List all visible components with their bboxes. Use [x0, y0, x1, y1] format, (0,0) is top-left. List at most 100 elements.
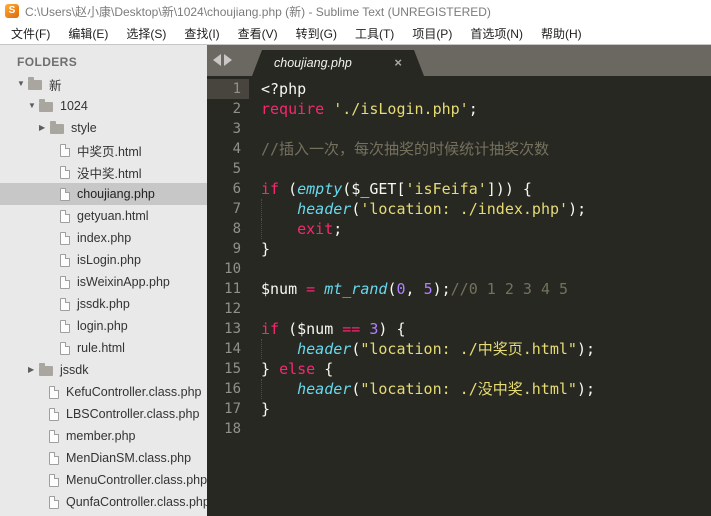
file-icon — [49, 429, 59, 443]
code-line-content — [249, 419, 261, 439]
menu-item[interactable]: 选择(S) — [117, 22, 175, 45]
code-line: 12 — [207, 299, 711, 319]
code-line-content — [249, 159, 261, 179]
line-number: 9 — [232, 241, 241, 257]
side-bar: FOLDERS ▼ 新 ▼ 1024 ▶ style 中奖页.html 没中奖.html cho… — [0, 45, 207, 516]
chevron-right-icon[interactable]: ▶ — [39, 124, 50, 132]
tree-item-file[interactable]: member.php — [0, 425, 207, 447]
code-line-content: exit; — [249, 219, 342, 239]
tab-choujiang-php[interactable]: choujiang.php × — [252, 50, 424, 76]
tree-item-file[interactable]: rule.html — [0, 337, 207, 359]
line-number: 7 — [232, 201, 241, 217]
tree-item-file[interactable]: MenDianSM.class.php — [0, 447, 207, 469]
file-icon — [60, 297, 70, 311]
tab-bar: choujiang.php × — [207, 45, 711, 76]
tree-item-label: MenDianSM.class.php — [66, 451, 192, 465]
file-icon — [60, 341, 70, 355]
tree-item-folder[interactable]: ▶ jssdk — [0, 359, 207, 381]
code-line-content — [249, 259, 261, 279]
tree-item-file[interactable]: MenuController.class.php — [0, 469, 207, 491]
tree-item-label: login.php — [77, 319, 128, 333]
tree-item-label: index.php — [77, 231, 132, 245]
code-line: 5 — [207, 159, 711, 179]
file-tree: ▼ 新 ▼ 1024 ▶ style 中奖页.html 没中奖.html choujiang.p… — [0, 73, 207, 513]
menu-item[interactable]: 编辑(E) — [59, 22, 117, 45]
menu-item[interactable]: 首选项(N) — [461, 22, 532, 45]
folder-icon — [28, 77, 42, 90]
line-number: 2 — [232, 101, 241, 117]
file-icon — [60, 253, 70, 267]
line-number: 11 — [224, 281, 241, 297]
window-title: C:\Users\赵小康\Desktop\新\1024\choujiang.ph… — [25, 4, 491, 19]
file-icon — [60, 143, 70, 157]
file-icon — [60, 231, 70, 245]
menu-bar: 文件(F) 编辑(E) 选择(S) 查找(I) 查看(V) 转到(G) 工具(T) 项目(P)… — [0, 22, 711, 45]
line-number: 4 — [232, 141, 241, 157]
tree-item-file[interactable]: KefuController.class.php — [0, 381, 207, 403]
code-line-content: } else { — [261, 360, 334, 378]
tree-item-label: member.php — [66, 429, 136, 443]
tree-item-file[interactable]: LBSController.class.php — [0, 403, 207, 425]
tab-close-icon[interactable]: × — [394, 54, 402, 71]
tree-item-label: isLogin.php — [77, 253, 141, 267]
tab-nav-arrows — [213, 54, 232, 66]
file-icon — [60, 275, 70, 289]
menu-item[interactable]: 项目(P) — [403, 22, 461, 45]
code-line-content: header("location: ./中奖页.html"); — [249, 339, 595, 359]
tab-scroll-right-icon[interactable] — [224, 54, 232, 66]
tree-item-file[interactable]: QunfaController.class.php — [0, 491, 207, 513]
code-line: 4 //插入一次，每次抽奖的时候统计抽奖次数 — [207, 139, 711, 159]
tree-item-label: 新 — [49, 78, 62, 93]
title-bar: S C:\Users\赵小康\Desktop\新\1024\choujiang.… — [0, 0, 711, 22]
code-line-content: $num = mt_rand(0, 5);//0 1 2 3 4 5 — [261, 280, 569, 298]
menu-item[interactable]: 帮助(H) — [532, 22, 591, 45]
code-line-content: <?php — [261, 80, 307, 98]
code-line-content: } — [261, 240, 271, 258]
line-number: 18 — [224, 421, 241, 437]
tree-item-folder[interactable]: ▼ 1024 — [0, 95, 207, 117]
line-number: 10 — [224, 261, 241, 277]
menu-item[interactable]: 查看(V) — [229, 22, 287, 45]
menu-item[interactable]: 工具(T) — [346, 22, 403, 45]
tree-item-label: 没中奖.html — [77, 166, 142, 181]
tree-item-file[interactable]: getyuan.html — [0, 205, 207, 227]
tree-item-folder[interactable]: ▼ 新 — [0, 73, 207, 95]
code-line-content: require './isLogin.php'; — [261, 100, 478, 118]
code-line: 15} else { — [207, 359, 711, 379]
tree-item-file[interactable]: jssdk.php — [0, 293, 207, 315]
code-line: 13 if ($num == 3) { — [207, 319, 711, 339]
line-number: 3 — [232, 121, 241, 137]
chevron-down-icon[interactable]: ▼ — [28, 102, 39, 110]
tree-item-label: choujiang.php — [77, 187, 155, 201]
code-area[interactable]: 1 <?php 2 require './isLogin.php'; 3 4 //插入一次，… — [207, 76, 711, 516]
menu-item[interactable]: 查找(I) — [175, 22, 228, 45]
tree-item-file[interactable]: index.php — [0, 227, 207, 249]
menu-item[interactable]: 转到(G) — [287, 22, 346, 45]
file-icon — [60, 165, 70, 179]
code-line: 9} — [207, 239, 711, 259]
code-line-content: //插入一次，每次抽奖的时候统计抽奖次数 — [261, 140, 550, 158]
menu-item[interactable]: 文件(F) — [2, 22, 59, 45]
editor-pane: choujiang.php × 1 <?php 2 require './isLogi… — [207, 45, 711, 516]
line-number: 12 — [224, 301, 241, 317]
chevron-down-icon[interactable]: ▼ — [17, 80, 28, 88]
chevron-right-icon[interactable]: ▶ — [28, 366, 39, 374]
code-line-content — [249, 119, 261, 139]
code-line: 14 header("location: ./中奖页.html"); — [207, 339, 711, 359]
tree-item-file[interactable]: 中奖页.html — [0, 139, 207, 161]
line-number: 17 — [224, 401, 241, 417]
tree-item-label: QunfaController.class.php — [66, 495, 207, 509]
tree-item-folder[interactable]: ▶ style — [0, 117, 207, 139]
tree-item-file[interactable]: choujiang.php — [0, 183, 207, 205]
tree-item-file[interactable]: 没中奖.html — [0, 161, 207, 183]
folder-icon — [39, 363, 53, 376]
tree-item-file[interactable]: login.php — [0, 315, 207, 337]
tree-item-file[interactable]: isLogin.php — [0, 249, 207, 271]
sublime-text-logo-icon: S — [5, 4, 19, 18]
tree-item-file[interactable]: isWeixinApp.php — [0, 271, 207, 293]
code-line: 2 require './isLogin.php'; — [207, 99, 711, 119]
file-icon — [60, 319, 70, 333]
code-line: 10 — [207, 259, 711, 279]
tab-scroll-left-icon[interactable] — [213, 54, 221, 66]
main-area: FOLDERS ▼ 新 ▼ 1024 ▶ style 中奖页.html 没中奖.html cho… — [0, 45, 711, 516]
